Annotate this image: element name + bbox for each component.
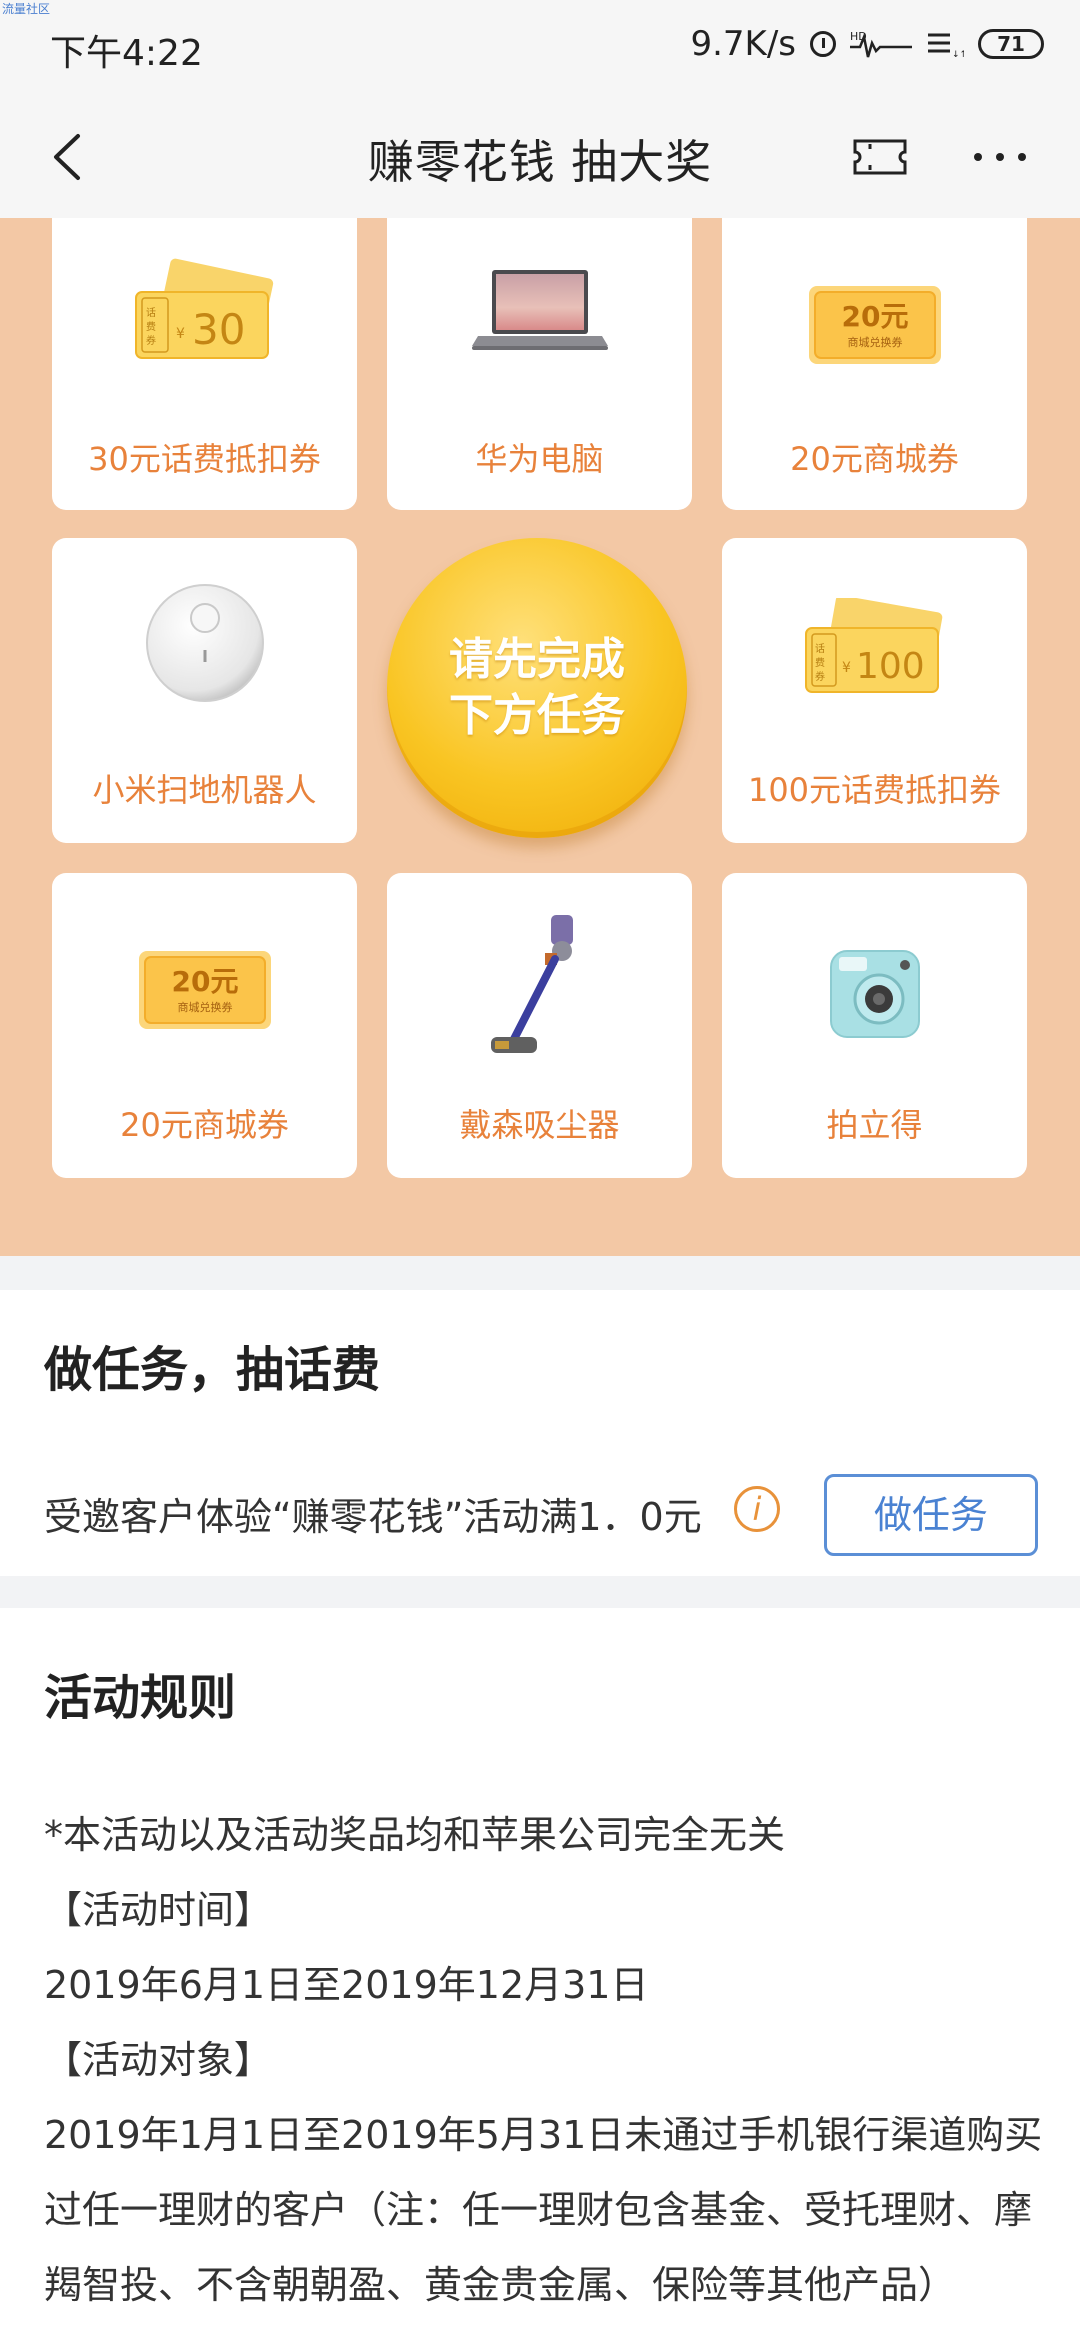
rules-line: *本活动以及活动奖品均和苹果公司完全无关 xyxy=(44,1813,786,1857)
phone-coupon-30-icon: 话 费 券 ¥ 30 xyxy=(134,258,273,359)
prize-card-phone-coupon-30: 话 费 券 ¥ 30 30元话费抵扣券 xyxy=(52,218,357,510)
prize-label: 拍立得 xyxy=(826,1106,923,1144)
svg-text:话: 话 xyxy=(815,643,825,655)
info-icon[interactable]: i xyxy=(734,1486,780,1532)
rules-line: 2019年1月1日至2019年5月31日未通过手机银行渠道购买过任一理财的客户（… xyxy=(44,2113,1043,2307)
svg-text:费: 费 xyxy=(146,320,156,333)
prize-label: 30元话费抵扣券 xyxy=(88,440,321,478)
ticket-icon[interactable] xyxy=(852,138,908,176)
mall-coupon-sub: 商城兑换券 xyxy=(847,335,902,349)
svg-text:费: 费 xyxy=(815,656,825,669)
prize-label: 20元商城券 xyxy=(790,440,959,478)
coupon-yen: ¥ xyxy=(176,326,185,342)
coupon-value: 100 xyxy=(856,646,925,687)
vacuum-cleaner-icon xyxy=(490,915,573,1053)
prize-grid: 话 费 券 ¥ 30 30元话费抵扣券 华为电脑 20元 商城兑换券 20元商城… xyxy=(0,218,1080,1256)
watermark-text: 流量社区 xyxy=(2,2,51,16)
task-title: 做任务，抽话费 xyxy=(44,1342,381,1398)
svg-text:↓↑: ↓↑ xyxy=(952,50,964,59)
status-bar: 流量社区 下午4:22 9.7K/s HD ↓↑ 71 xyxy=(0,0,1080,96)
rules-line: 【活动时间】 xyxy=(44,1888,273,1932)
instant-camera-icon xyxy=(829,950,920,1038)
coupon-value: 30 xyxy=(192,305,245,354)
mall-coupon-20-icon: 20元 商城兑换券 xyxy=(808,286,941,364)
prize-label: 20元商城券 xyxy=(120,1106,289,1144)
coupon-yen: ¥ xyxy=(842,660,851,676)
wifi-icon: ↓↑ xyxy=(928,33,964,59)
prize-card-laptop: 华为电脑 xyxy=(387,218,692,510)
prize-label: 戴森吸尘器 xyxy=(459,1106,620,1144)
prize-card-instant-camera: 拍立得 xyxy=(722,873,1027,1178)
rules-section: 活动规则 *本活动以及活动奖品均和苹果公司完全无关 【活动时间】 2019年6月… xyxy=(0,1608,1080,2340)
prize-label: 华为电脑 xyxy=(475,440,604,478)
draw-button-label: 请先完成下方任务 xyxy=(449,634,625,741)
draw-button[interactable]: 请先完成下方任务 xyxy=(387,538,687,838)
status-time: 下午4:22 xyxy=(50,33,203,74)
prize-card-robot-vacuum: 小米扫地机器人 xyxy=(52,538,357,843)
prize-label: 100元话费抵扣券 xyxy=(747,771,1002,809)
laptop-icon xyxy=(471,270,608,350)
network-speed: 9.7K/s xyxy=(690,24,796,64)
mall-coupon-sub: 商城兑换券 xyxy=(177,1000,232,1014)
rules-body: *本活动以及活动奖品均和苹果公司完全无关 【活动时间】 2019年6月1日至20… xyxy=(44,1798,1044,2323)
prize-card-mall-coupon-20: 20元 商城兑换券 20元商城券 xyxy=(52,873,357,1178)
rules-line: 【活动对象】 xyxy=(44,2038,273,2082)
robot-vacuum-icon xyxy=(145,584,264,702)
page-title: 赚零花钱 抽大奖 xyxy=(367,135,713,189)
prize-card-phone-coupon-100: 话 费 券 ¥ 100 100元话费抵扣券 xyxy=(722,538,1027,843)
mall-coupon-value: 20元 xyxy=(171,965,238,998)
task-section: 做任务，抽话费 受邀客户体验“赚零花钱”活动满1．0元 i 做任务 xyxy=(0,1290,1080,1576)
svg-text:话: 话 xyxy=(146,307,156,319)
battery-icon: 71 xyxy=(978,29,1044,59)
task-description: 受邀客户体验“赚零花钱”活动满1．0元 xyxy=(44,1495,702,1539)
prize-label: 小米扫地机器人 xyxy=(92,771,317,809)
status-right-group: 9.7K/s HD ↓↑ 71 xyxy=(690,24,1044,64)
svg-text:券: 券 xyxy=(815,670,825,683)
more-icon[interactable] xyxy=(970,144,1030,170)
svg-text:券: 券 xyxy=(146,334,156,347)
prize-card-mall-coupon-20: 20元 商城兑换券 20元商城券 xyxy=(722,218,1027,510)
rules-title: 活动规则 xyxy=(44,1670,237,1726)
nav-bar: 赚零花钱 抽大奖 xyxy=(0,96,1080,218)
phone-coupon-100-icon: 话 费 券 ¥ 100 xyxy=(804,598,942,693)
rules-line: 2019年6月1日至2019年12月31日 xyxy=(44,1963,649,2007)
do-task-button[interactable]: 做任务 xyxy=(824,1474,1038,1556)
mall-coupon-20-icon: 20元 商城兑换券 xyxy=(138,951,271,1029)
prize-card-vacuum-cleaner: 戴森吸尘器 xyxy=(387,873,692,1178)
mall-coupon-value: 20元 xyxy=(841,300,908,333)
signal-hd-icon: HD xyxy=(850,30,912,58)
alarm-icon xyxy=(810,31,836,57)
